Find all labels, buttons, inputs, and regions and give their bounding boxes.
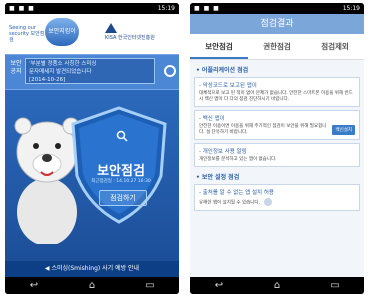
left-phone: ■ ■ ■ 15:19 Seeing our security 보안점검 보안지… (5, 3, 179, 294)
result-card[interactable]: - 개인정보 사용 알림 개인정보를 분석하고 있는 앱이 없습니다. (194, 143, 360, 167)
app-header: Seeing our security 보안점검 보안지킴이 KISA 한국인터… (5, 14, 179, 54)
result-card[interactable]: - 백신 앱이 안전한 이용이면 이용을 위해 주기적인 점검이 보안을 위해 … (194, 110, 360, 140)
recent-apps-icon[interactable]: ▭ (325, 280, 345, 291)
home-screen: Seeing our security 보안점검 보안지킴이 KISA 한국인터… (5, 14, 179, 277)
notice-line: 문자메세지 발견되었습니다 (29, 69, 92, 75)
card-title: - 백신 앱이 (199, 116, 225, 122)
card-description: 유해한 앱이 설치될 수 있습니다. (199, 198, 355, 207)
right-phone: ■ ■ ■ 15:19 점검결과 보안점검 권한점검 점검제외 • 어플리케이션… (190, 3, 364, 294)
card-title: - 개인정보 사용 알림 (199, 149, 247, 155)
status-time: 15:19 (342, 5, 360, 12)
android-nav-bar: ↩ ⌂ ▭ (190, 277, 364, 294)
status-bar: ■ ■ ■ 15:19 (5, 3, 179, 14)
tab-bar: 보안점검 권한점검 점검제외 (190, 34, 364, 60)
back-icon[interactable]: ↩ (24, 280, 44, 291)
section-security-settings: • 보안 설정 점검 (196, 174, 240, 181)
kisa-logo-icon (105, 23, 117, 33)
info-icon[interactable] (264, 198, 273, 206)
card-title: - 악성코드로 보고된 앱이 (199, 83, 257, 89)
settings-gear-icon[interactable] (164, 65, 176, 77)
app-logo-badge: 보안지킴이 (45, 18, 79, 46)
notice-line: [2014-10-26] (29, 77, 66, 83)
results-list: • 어플리케이션 점검 - 악성코드로 보고된 앱이 대체적으로 보고 된 적이… (190, 60, 364, 277)
org-name: KISA 한국인터넷진흥원 (105, 35, 155, 41)
status-time: 15:19 (157, 5, 175, 12)
notice-line: '부분별 정품소 사칭한 스미싱 (29, 61, 97, 67)
notification-icons: ■ ■ ■ (194, 5, 220, 12)
last-check-date: 최근점검일 : 14.10.27 16:30 (91, 179, 151, 184)
tab-excluded[interactable]: 점검제외 (306, 34, 364, 59)
app-logo-text: Seeing our security 보안점검 (9, 25, 45, 43)
tab-security-check[interactable]: 보안점검 (190, 34, 248, 59)
result-card[interactable]: - 출처를 알 수 없는 앱 설치 허용 유해한 앱이 설치될 수 있습니다. (194, 184, 360, 211)
home-icon[interactable]: ⌂ (267, 280, 287, 291)
notice-tag: 보안 공지 (10, 60, 22, 75)
status-bar: ■ ■ ■ 15:19 (190, 3, 364, 14)
results-screen: 점검결과 보안점검 권한점검 점검제외 • 어플리케이션 점검 - 악성코드로 … (190, 14, 364, 277)
card-description: 대체적으로 보고 된 적이 없어 문제가 없습니다. 안전한 스마트폰 이용을 … (199, 91, 353, 102)
page-title: 점검결과 (190, 14, 364, 34)
notice-text[interactable]: '부분별 정품소 사칭한 스미싱 문자메세지 발견되었습니다 [2014-10-… (25, 58, 155, 84)
tab-permission-check[interactable]: 권한점검 (248, 34, 306, 59)
smishing-guide-banner[interactable]: ◀ 스미싱(Smishing) 사기 예방 안내 (5, 261, 179, 277)
security-check-title: 보안점검 (97, 164, 145, 179)
security-notice[interactable]: 보안 공지 '부분별 정품소 사칭한 스미싱 문자메세지 발견되었습니다 [20… (5, 54, 179, 90)
recent-apps-icon[interactable]: ▭ (140, 280, 160, 291)
magnifier-icon (116, 130, 128, 142)
home-icon[interactable]: ⌂ (82, 280, 102, 291)
card-description: 안전한 이용이면 이용을 위해 주기적인 점검이 보안을 위해 필요합니다. 설… (199, 124, 327, 135)
run-check-button[interactable]: 점검하기 (99, 190, 147, 206)
result-card[interactable]: - 악성코드로 보고된 앱이 대체적으로 보고 된 적이 없어 문제가 없습니다… (194, 77, 360, 107)
android-nav-bar: ↩ ⌂ ▭ (5, 277, 179, 294)
card-title: - 출처를 알 수 없는 앱 설치 허용 (199, 190, 274, 196)
notification-icons: ■ ■ ■ (9, 5, 35, 12)
back-icon[interactable]: ↩ (209, 280, 229, 291)
install-antivirus-button[interactable]: 백신설치 (332, 125, 355, 135)
card-description: 개인정보를 분석하고 있는 앱이 없습니다. (199, 157, 277, 162)
section-app-check: • 어플리케이션 점검 (196, 67, 249, 74)
card-description-text: 유해한 앱이 설치될 수 있습니다. (199, 200, 260, 206)
